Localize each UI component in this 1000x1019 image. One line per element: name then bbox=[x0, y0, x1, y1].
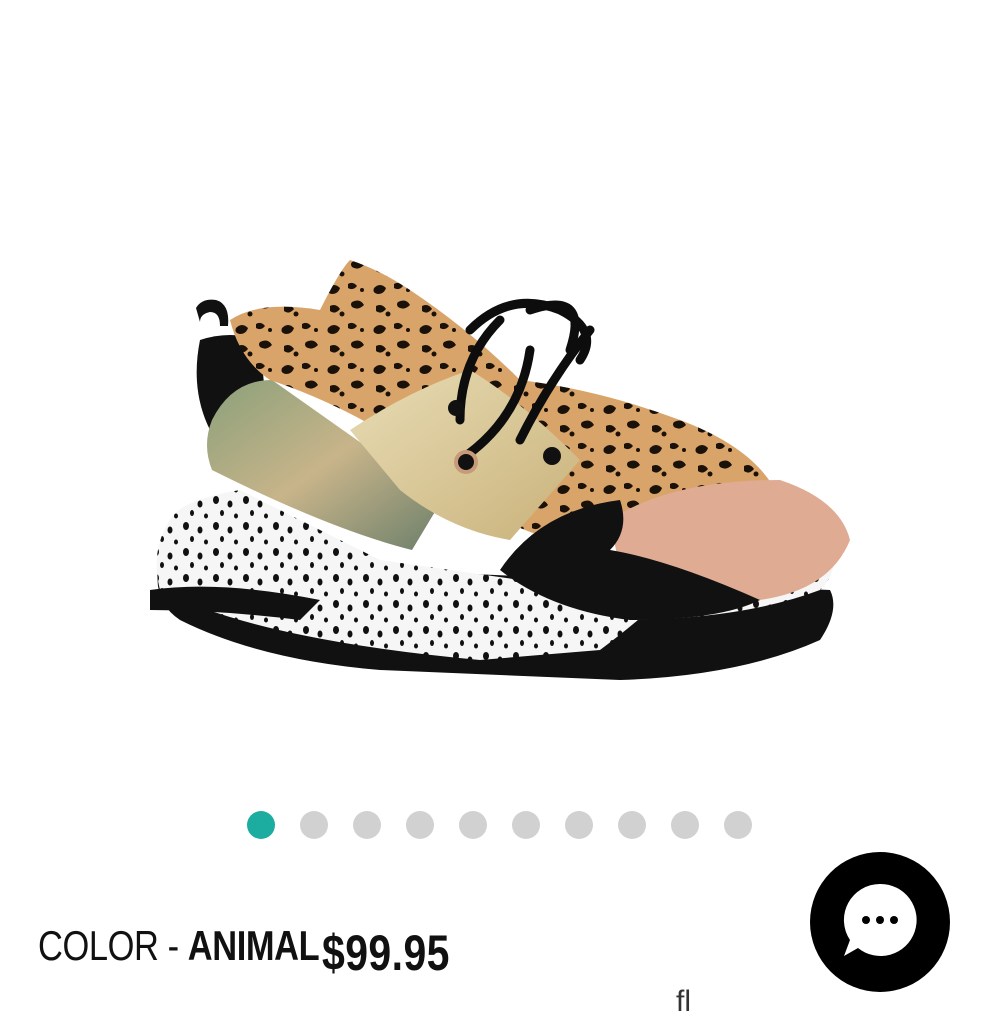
color-value: ANIMAL bbox=[187, 922, 320, 969]
chat-bubble-ellipsis-icon bbox=[843, 883, 917, 956]
color-label: COLOR - ANIMAL bbox=[38, 922, 320, 969]
carousel-dot[interactable] bbox=[459, 811, 487, 839]
carousel-dot[interactable] bbox=[247, 811, 275, 839]
carousel-dot[interactable] bbox=[353, 811, 381, 839]
carousel-pagination bbox=[0, 808, 1000, 842]
carousel-dot[interactable] bbox=[618, 811, 646, 839]
carousel-dot[interactable] bbox=[512, 811, 540, 839]
carousel-dot[interactable] bbox=[565, 811, 593, 839]
chat-button[interactable] bbox=[810, 852, 950, 992]
partial-text: fl bbox=[676, 985, 691, 1018]
price: $99.95 bbox=[322, 925, 450, 981]
product-image bbox=[150, 260, 850, 680]
carousel-dot[interactable] bbox=[671, 811, 699, 839]
carousel-dot[interactable] bbox=[300, 811, 328, 839]
carousel-dot[interactable] bbox=[724, 811, 752, 839]
product-image-gallery[interactable] bbox=[0, 0, 1000, 790]
carousel-dot[interactable] bbox=[406, 811, 434, 839]
